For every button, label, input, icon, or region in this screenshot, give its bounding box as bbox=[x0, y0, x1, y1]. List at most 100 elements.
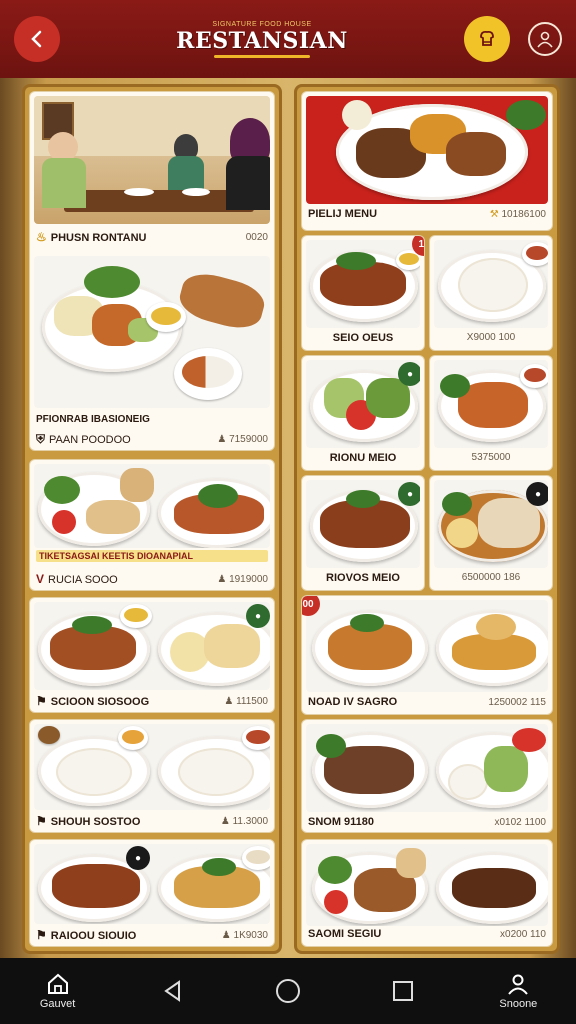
menu-item-card[interactable]: ● ⚑ RAIOOU SIOUIO ♟ 1K9030 bbox=[29, 839, 275, 947]
nav-back[interactable] bbox=[133, 979, 213, 1003]
item-photo bbox=[34, 464, 270, 548]
brand: SIGNATURE FOOD HOUSE RESTANSIAN bbox=[176, 21, 348, 58]
chef-button[interactable] bbox=[464, 16, 510, 62]
veg-badge-icon: ● bbox=[246, 604, 270, 628]
grid-item-price: 6500000 186 bbox=[461, 572, 521, 583]
nav-profile-label: Snoone bbox=[499, 998, 538, 1010]
bottom-nav: Gauvet Snoone bbox=[0, 958, 576, 1024]
dark-badge-icon: ● bbox=[126, 846, 150, 870]
section-label-text: PFIONRAB IBASIONEIG bbox=[36, 414, 150, 425]
grid-item-caption: X9000 100 bbox=[436, 332, 546, 343]
person-mini-icon: ♟ bbox=[221, 929, 234, 941]
grid-item-price: 5375000 bbox=[471, 452, 511, 463]
nav-home-circle[interactable] bbox=[248, 978, 328, 1004]
item-photo bbox=[34, 724, 270, 810]
bowl-icon: ♨ bbox=[36, 230, 47, 244]
featured-dish-photo bbox=[34, 256, 270, 408]
back-icon bbox=[31, 30, 42, 48]
grid-item-name: RIOVOS MEIO bbox=[326, 572, 400, 584]
item-price: 111500 bbox=[236, 695, 268, 707]
item-name: RAIOOU SIOUIO bbox=[50, 930, 137, 942]
grid-item-photo bbox=[434, 240, 548, 328]
grid-item-photo: ● bbox=[434, 480, 548, 568]
featured-sub-price: 7159000 bbox=[229, 434, 268, 445]
wide-item-photo bbox=[306, 600, 548, 692]
item-photo: ● bbox=[34, 602, 270, 690]
left-menu-column: ♨ PHUSN RONTANU 0020 PFIONRAB IBASIONEIG … bbox=[22, 84, 282, 954]
home-icon bbox=[47, 973, 68, 994]
grid-item-card[interactable]: 1J SEIO OEUS bbox=[301, 235, 425, 351]
grid-item-card[interactable]: ● 6500000 186 bbox=[429, 475, 553, 591]
pin-icon: ⚑ bbox=[36, 814, 47, 828]
back-button[interactable] bbox=[14, 16, 60, 62]
item-caption: V RUCIA SOOO ♟ 1919000 bbox=[36, 572, 268, 586]
nav-home-label: Gauvet bbox=[39, 998, 76, 1010]
circle-home-icon bbox=[275, 979, 300, 1003]
wide-item-caption: SNOM 91180 x0102 1100 bbox=[308, 816, 546, 828]
diners-photo bbox=[34, 96, 270, 224]
menu-header-card[interactable]: PIELIJ MENU ⚒ 10186100 bbox=[301, 91, 553, 231]
veg-badge-icon: ● bbox=[398, 362, 420, 386]
person-mini-icon: ♟ bbox=[217, 573, 230, 585]
item-name: SHOUH SOSTOO bbox=[50, 816, 141, 828]
nav-recents[interactable] bbox=[363, 979, 443, 1003]
item-price: 1K9030 bbox=[233, 929, 268, 941]
grid-item-caption: 5375000 bbox=[436, 452, 546, 463]
veg-badge-icon: ● bbox=[398, 482, 420, 506]
menu-item-card[interactable]: ● ⚑ SCIOON SIOSOOG ♟ 111500 bbox=[29, 597, 275, 713]
menu-item-card[interactable]: ⚑ SHOUH SOSTOO ♟ 11.3000 bbox=[29, 719, 275, 833]
grid-item-caption: RIOVOS MEIO bbox=[308, 572, 418, 584]
wide-item-card[interactable]: SAOMI SEGIU x0200 110 bbox=[301, 839, 553, 947]
item-price: 1919000 bbox=[229, 573, 268, 585]
featured-sub-name: PAAN POODOO bbox=[49, 434, 131, 446]
item-banner: TIKETSAGSAI KEETIS DIOANAPIAL bbox=[36, 550, 268, 562]
grid-item-photo bbox=[434, 360, 548, 448]
item-banner-text: TIKETSAGSAI KEETIS DIOANAPIAL bbox=[39, 551, 194, 561]
wide-item-name: SAOMI SEGIU bbox=[308, 928, 382, 940]
header-dish-photo bbox=[306, 96, 548, 204]
wide-item-photo bbox=[306, 844, 548, 926]
grid-item-card[interactable]: X9000 100 bbox=[429, 235, 553, 351]
grid-item-photo: ● bbox=[306, 360, 420, 448]
person-mini-icon: ♟ bbox=[220, 815, 233, 827]
shield-icon: ⛨ bbox=[36, 432, 46, 446]
section-label: PFIONRAB IBASIONEIG bbox=[36, 414, 268, 425]
person-mini-icon: ♟ bbox=[224, 695, 237, 707]
wide-item-name: NOAD IV SAGRO bbox=[308, 696, 398, 708]
item-caption: ⚑ RAIOOU SIOUIO ♟ 1K9030 bbox=[36, 928, 268, 942]
wide-item-price: x0200 110 bbox=[500, 928, 546, 940]
wide-item-card[interactable]: SNOM 91180 x0102 1100 bbox=[301, 719, 553, 833]
badge-text: 1J bbox=[418, 238, 424, 250]
item-photo: ● bbox=[34, 844, 270, 924]
grid-item-price: X9000 100 bbox=[466, 332, 516, 343]
brand-underline bbox=[214, 54, 310, 58]
account-button[interactable] bbox=[528, 22, 562, 56]
grid-item-card[interactable]: ● RIOVOS MEIO bbox=[301, 475, 425, 591]
featured-sub-caption: ⛨ PAAN POODOO ♟ 7159000 bbox=[36, 432, 268, 447]
app-bar: SIGNATURE FOOD HOUSE RESTANSIAN bbox=[0, 0, 576, 78]
wide-item-photo bbox=[306, 724, 548, 812]
dark-badge-icon: ● bbox=[526, 482, 548, 506]
wide-item-card[interactable]: 00 NOAD IV SAGRO 1250002 115 bbox=[301, 595, 553, 715]
grid-item-caption: RIONU MEIO bbox=[308, 452, 418, 464]
grid-item-caption: 6500000 186 bbox=[436, 572, 546, 583]
person-mini-icon: ♟ bbox=[217, 434, 230, 445]
menu-header-price: 10186100 bbox=[501, 208, 547, 220]
grid-item-card[interactable]: ● RIONU MEIO bbox=[301, 355, 425, 471]
item-price: 11.3000 bbox=[232, 815, 268, 827]
person-icon bbox=[508, 974, 529, 995]
item-name: RUCIA SOOO bbox=[48, 574, 118, 586]
menu-item-card[interactable]: TIKETSAGSAI KEETIS DIOANAPIAL V RUCIA SOO… bbox=[29, 459, 275, 591]
wide-item-caption: NOAD IV SAGRO 1250002 115 bbox=[308, 696, 546, 708]
tag-icon: V bbox=[36, 572, 45, 586]
grid-item-name: SEIO OEUS bbox=[332, 332, 394, 344]
user-icon bbox=[537, 31, 553, 48]
wide-item-price: x0102 1100 bbox=[494, 816, 546, 828]
badge-text: 00 bbox=[302, 598, 314, 610]
grid-item-photo: ● bbox=[306, 480, 420, 568]
grid-item-card[interactable]: 5375000 bbox=[429, 355, 553, 471]
right-menu-column: PIELIJ MENU ⚒ 10186100 1J SEIO OEUS X900… bbox=[294, 84, 560, 954]
nav-profile[interactable]: Snoone bbox=[478, 972, 558, 1010]
featured-card[interactable]: ♨ PHUSN RONTANU 0020 PFIONRAB IBASIONEIG … bbox=[29, 91, 275, 451]
nav-home[interactable]: Gauvet bbox=[18, 972, 98, 1010]
